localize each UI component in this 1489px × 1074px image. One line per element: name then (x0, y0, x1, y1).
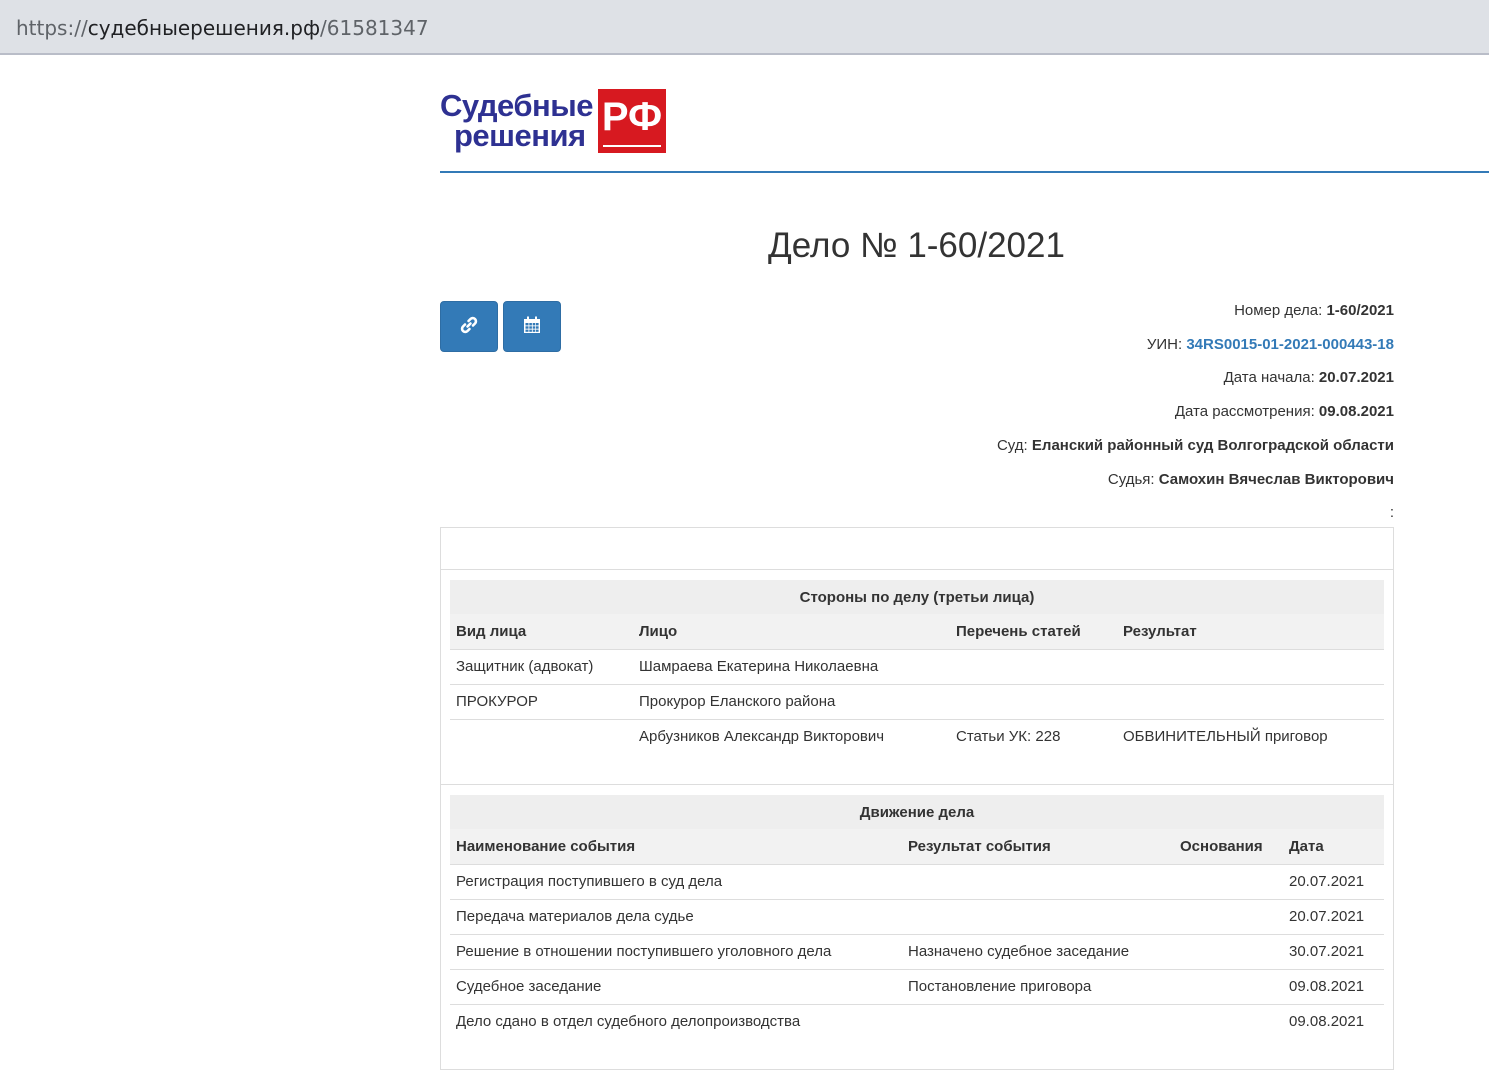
panel-divider-middle (441, 784, 1393, 785)
parties-cell (1117, 683, 1384, 719)
table-row: Передача материалов дела судье 20.07.202… (450, 898, 1384, 934)
parties-cell: Статьи УК: 228 (950, 718, 1117, 754)
parties-header-person: Лицо (633, 614, 950, 649)
parties-cell: Арбузников Александр Викторович (633, 718, 950, 754)
movement-cell (1174, 898, 1283, 934)
movement-cell: Регистрация поступившего в суд дела (450, 863, 902, 899)
case-court: Суд: Еланский районный суд Волгоградской… (900, 437, 1394, 454)
parties-cell (450, 718, 633, 754)
movement-cell: Дело сдано в отдел судебного делопроизво… (450, 1003, 902, 1039)
parties-table: Стороны по делу (третьи лица) Вид лица Л… (450, 580, 1384, 754)
movement-cell: 20.07.2021 (1283, 863, 1384, 899)
movement-cell (902, 898, 1174, 934)
movement-cell (1174, 863, 1283, 899)
logo-line-2: решения (454, 118, 586, 153)
movement-cell: Постановление приговора (902, 968, 1174, 1004)
movement-header-result: Результат события (902, 829, 1174, 864)
parties-cell (1117, 648, 1384, 684)
start-date-value: 20.07.2021 (1318, 369, 1394, 386)
case-review-date: Дата рассмотрения: 09.08.2021 (900, 403, 1394, 420)
review-date-value: 09.08.2021 (1318, 403, 1394, 420)
movement-cell: 20.07.2021 (1283, 898, 1384, 934)
parties-cell (950, 683, 1117, 719)
court-label: Суд: (996, 437, 1028, 454)
parties-caption: Стороны по делу (третьи лица) (450, 580, 1384, 614)
parties-cell: Прокурор Еланского района (633, 683, 950, 719)
calendar-icon (522, 315, 542, 339)
url-scheme: https:// (16, 16, 88, 40)
movement-cell: Решение в отношении поступившего уголовн… (450, 933, 902, 969)
parties-cell: ОБВИНИТЕЛЬНЫЙ приговор (1117, 718, 1384, 754)
parties-cell (950, 648, 1117, 684)
case-details-panel: Стороны по делу (третьи лица) Вид лица Л… (440, 527, 1394, 1070)
movement-cell: Судебное заседание (450, 968, 902, 1004)
table-row: Регистрация поступившего в суд дела 20.0… (450, 863, 1384, 899)
judge-label: Судья: (1107, 471, 1155, 488)
table-row: Арбузников Александр Викторович Статьи У… (450, 718, 1384, 754)
movement-cell: 09.08.2021 (1283, 968, 1384, 1004)
panel-divider-top (441, 569, 1393, 570)
start-date-label: Дата начала: (1223, 369, 1315, 386)
movement-header-event: Наименование события (450, 829, 902, 864)
case-extra: : (1389, 504, 1394, 521)
table-row: Судебное заседание Постановление пригово… (450, 968, 1384, 1004)
case-uin-label: УИН: (1146, 336, 1183, 353)
url-path: /61581347 (320, 16, 429, 40)
movement-cell (902, 863, 1174, 899)
table-row: ПРОКУРОР Прокурор Еланского района (450, 683, 1384, 719)
movement-header-grounds: Основания (1174, 829, 1283, 864)
movement-cell (1174, 1003, 1283, 1039)
movement-caption: Движение дела (450, 795, 1384, 829)
parties-cell: Защитник (адвокат) (450, 648, 633, 684)
url-host: судебныерешения.рф (87, 16, 321, 40)
case-number: Номер дела: 1-60/2021 (900, 302, 1394, 319)
movement-cell: 30.07.2021 (1283, 933, 1384, 969)
case-uin-link[interactable]: 34RS0015-01-2021-000443-18 (1186, 336, 1394, 353)
parties-header-articles: Перечень статей (950, 614, 1117, 649)
movement-cell (1174, 968, 1283, 1004)
parties-header-result: Результат (1117, 614, 1384, 649)
logo-line-1: Судебные (440, 88, 593, 123)
calendar-button[interactable] (503, 301, 561, 352)
case-judge: Судья: Самохин Вячеслав Викторович (900, 471, 1394, 488)
table-row: Решение в отношении поступившего уголовн… (450, 933, 1384, 969)
movement-header-date: Дата (1283, 829, 1384, 864)
header-divider (440, 171, 1489, 173)
movement-cell: Передача материалов дела судье (450, 898, 902, 934)
review-date-label: Дата рассмотрения: (1174, 403, 1315, 420)
movement-cell (902, 1003, 1174, 1039)
url-text[interactable]: https://судебныерешения.рф/61581347 (16, 16, 429, 40)
site-logo[interactable]: Судебные решения РФ (440, 88, 666, 154)
copy-link-button[interactable] (440, 301, 498, 352)
address-bar[interactable]: https://судебныерешения.рф/61581347 (0, 0, 1489, 55)
case-uin: УИН: 34RS0015-01-2021-000443-18 (900, 336, 1394, 353)
parties-header-type: Вид лица (450, 614, 633, 649)
table-row: Защитник (адвокат) Шамраева Екатерина Ни… (450, 648, 1384, 684)
case-number-label: Номер дела: (1234, 302, 1323, 319)
judge-value: Самохин Вячеслав Викторович (1158, 471, 1394, 488)
table-row: Дело сдано в отдел судебного делопроизво… (450, 1003, 1384, 1039)
link-icon (459, 315, 479, 339)
case-start-date: Дата начала: 20.07.2021 (900, 369, 1394, 386)
parties-cell: ПРОКУРОР (450, 683, 633, 719)
court-value: Еланский районный суд Волгоградской обла… (1031, 437, 1394, 454)
page-title: Дело № 1-60/2021 (768, 226, 1065, 265)
logo-badge: РФ (598, 89, 666, 153)
parties-cell: Шамраева Екатерина Николаевна (633, 648, 950, 684)
movement-table: Движение дела Наименование события Резул… (450, 795, 1384, 1039)
movement-cell: 09.08.2021 (1283, 1003, 1384, 1039)
movement-cell (1174, 933, 1283, 969)
case-number-value: 1-60/2021 (1326, 302, 1394, 319)
movement-cell: Назначено судебное заседание (902, 933, 1174, 969)
